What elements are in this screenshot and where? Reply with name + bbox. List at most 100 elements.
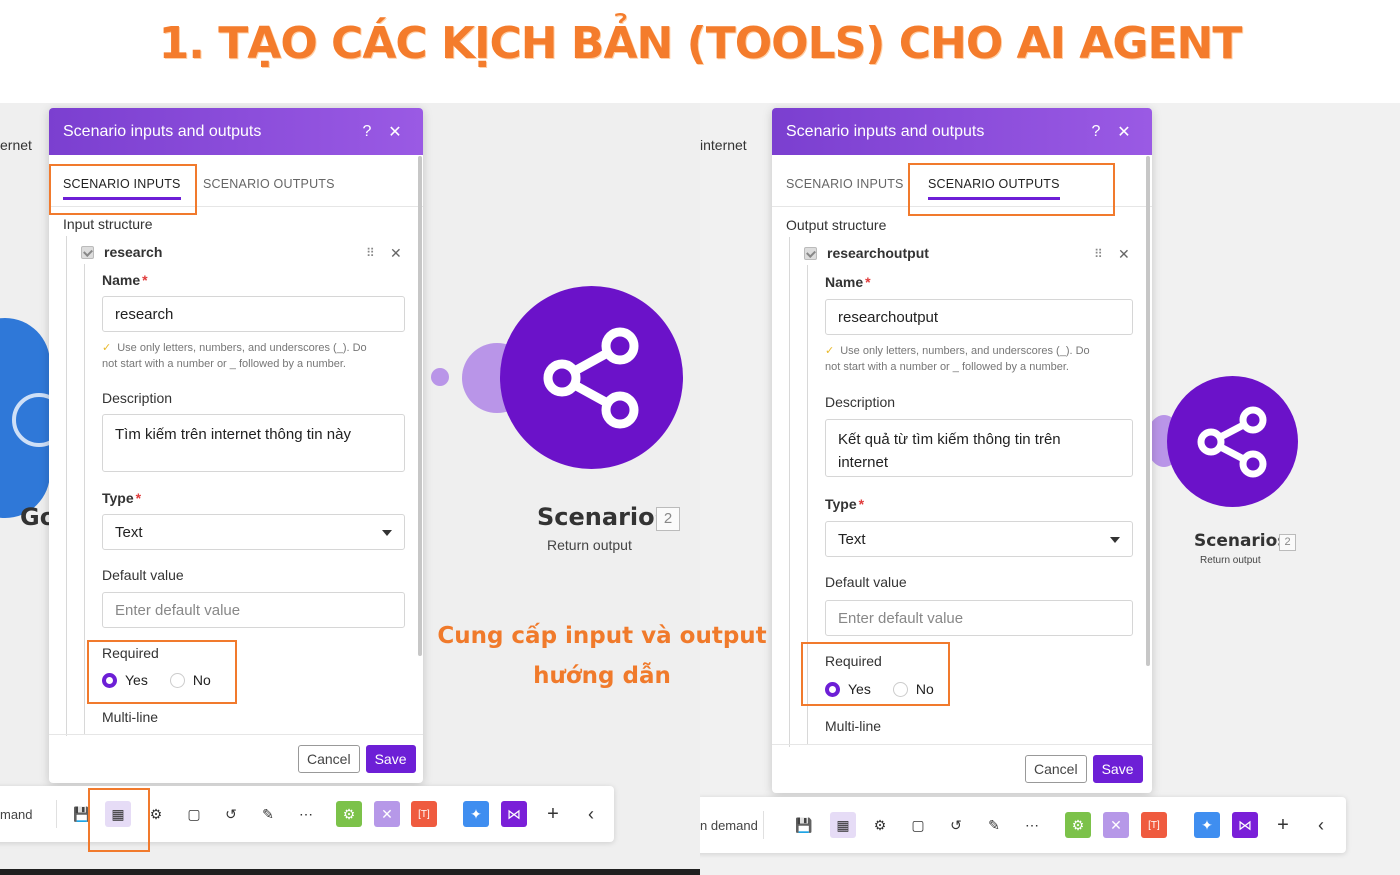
more-icon[interactable]: ⋯ — [1019, 812, 1045, 838]
chevron-left-icon[interactable]: ‹ — [578, 801, 604, 827]
share-icon[interactable]: ⋈ — [501, 801, 527, 827]
collapse-checkbox-icon[interactable] — [804, 246, 817, 260]
highlight-outputs-tab — [908, 163, 1115, 216]
cancel-button[interactable]: Cancel — [298, 745, 360, 773]
default-value-input[interactable]: Enter default value — [825, 600, 1133, 636]
type-label: Type * — [102, 490, 142, 506]
toolbar-run-text[interactable]: mand — [0, 807, 33, 822]
description-label: Description — [102, 390, 173, 406]
footer-divider — [772, 744, 1152, 745]
share-icon — [543, 327, 639, 429]
more-icon[interactable]: ⋯ — [293, 801, 319, 827]
name-label: Name * — [102, 272, 148, 288]
floppy-icon[interactable]: 💾 — [791, 812, 817, 838]
structure-label: Input structure — [63, 216, 153, 232]
text-parser-icon[interactable]: [T] — [411, 801, 437, 827]
remove-item-icon[interactable]: ✕ — [390, 245, 402, 262]
help-icon[interactable]: ? — [353, 123, 381, 141]
scenarios-module[interactable] — [500, 286, 683, 469]
name-hint: ✓ Use only letters, numbers, and undersco… — [102, 342, 367, 370]
tab-scenario-outputs[interactable]: SCENARIO OUTPUTS — [203, 177, 335, 191]
type-select[interactable]: Text — [825, 521, 1133, 557]
share-icon — [1197, 406, 1267, 478]
tools-icon[interactable]: ✕ — [374, 801, 400, 827]
undo-icon[interactable]: ↺ — [218, 801, 244, 827]
tree-line — [789, 237, 790, 747]
type-selected-value: Text — [838, 530, 866, 548]
flow-control-icon[interactable]: ⚙ — [1065, 812, 1091, 838]
name-label: Name * — [825, 274, 871, 290]
chevron-left-icon[interactable]: ‹ — [1308, 812, 1334, 838]
screenshot-bottom-edge — [0, 869, 700, 875]
description-label: Description — [825, 394, 896, 410]
module-badge: 2 — [1279, 534, 1296, 551]
tools-icon[interactable]: ✕ — [1103, 812, 1129, 838]
name-input[interactable]: research — [102, 296, 405, 332]
default-value-input[interactable]: Enter default value — [102, 592, 405, 628]
default-value-label: Default value — [102, 567, 184, 583]
flow-control-icon[interactable]: ⚙ — [336, 801, 362, 827]
tab-scenario-inputs[interactable]: SCENARIO INPUTS — [786, 177, 904, 191]
structure-item-header[interactable]: research — [81, 244, 162, 260]
footer-divider — [49, 734, 423, 735]
structure-item-name: research — [104, 244, 163, 260]
editor-toolbar: n demand 💾 ▦ ⚙ ▢ ↺ ✎ ⋯ ⚙ ✕ [T] ✦ ⋈ + ‹ — [700, 797, 1346, 853]
gear-icon[interactable]: ⚙ — [867, 812, 893, 838]
note-icon[interactable]: ▢ — [905, 812, 931, 838]
text-parser-icon[interactable]: [T] — [1141, 812, 1167, 838]
description-input[interactable]: Kết quả từ tìm kiếm thông tin trên intern… — [825, 419, 1133, 477]
page-headline: 1. TẠO CÁC KỊCH BẢN (TOOLS) CHO AI AGENT — [158, 18, 1243, 69]
dialog-scrollbar[interactable] — [418, 156, 422, 656]
close-icon[interactable]: ✕ — [1110, 122, 1138, 142]
share-icon[interactable]: ⋈ — [1232, 812, 1258, 838]
dialog-footer: Cancel Save — [298, 745, 416, 773]
save-button[interactable]: Save — [365, 745, 416, 773]
note-icon[interactable]: ▢ — [181, 801, 207, 827]
highlight-inputs-tab — [49, 164, 197, 215]
magic-wand-icon[interactable]: ✎ — [981, 812, 1007, 838]
ai-sparkle-icon[interactable]: ✦ — [463, 801, 489, 827]
type-label: Type * — [825, 496, 865, 512]
left-screenshot: ernet Go Scenarios 2 Return output Scena… — [0, 103, 700, 875]
scenario-io-icon[interactable]: ▦ — [830, 812, 856, 838]
module-name: Scenarios — [1194, 531, 1288, 551]
dialog-scrollbar[interactable] — [1146, 156, 1150, 666]
type-select[interactable]: Text — [102, 514, 405, 550]
description-input[interactable]: Tìm kiếm trên internet thông tin này — [102, 414, 405, 472]
type-selected-value: Text — [115, 523, 143, 541]
highlight-required — [87, 640, 237, 704]
close-icon[interactable]: ✕ — [381, 122, 409, 142]
dialog-title: Scenario inputs and outputs — [63, 122, 262, 140]
multiline-label: Multi-line — [825, 718, 882, 734]
background-module-text: internet — [700, 137, 747, 153]
highlight-required — [801, 642, 950, 706]
dropdown-caret-icon — [1110, 537, 1120, 543]
ai-sparkle-icon[interactable]: ✦ — [1194, 812, 1220, 838]
structure-item-header[interactable]: researchoutput — [804, 245, 929, 261]
toolbar-separator — [763, 811, 764, 839]
cancel-button[interactable]: Cancel — [1025, 755, 1087, 783]
module-connector-dot[interactable] — [431, 368, 449, 386]
module-badge: 2 — [656, 507, 680, 531]
scenarios-module[interactable] — [1167, 376, 1298, 507]
dialog-header: Scenario inputs and outputs ? ✕ — [49, 108, 423, 155]
remove-item-icon[interactable]: ✕ — [1118, 246, 1130, 263]
plus-icon[interactable]: + — [540, 801, 566, 827]
undo-icon[interactable]: ↺ — [943, 812, 969, 838]
save-button[interactable]: Save — [1092, 755, 1143, 783]
module-subtitle: Return output — [1200, 555, 1261, 566]
multiline-label: Multi-line — [102, 709, 159, 725]
callout-text: Cung cấp input và output hướng dẫn — [437, 623, 767, 689]
drag-handle-icon[interactable]: ⠿ — [1094, 247, 1103, 261]
toolbar-run-text[interactable]: n demand — [700, 818, 758, 833]
plus-icon[interactable]: + — [1270, 812, 1296, 838]
collapse-checkbox-icon[interactable] — [81, 245, 94, 259]
name-input[interactable]: researchoutput — [825, 299, 1133, 335]
magic-wand-icon[interactable]: ✎ — [255, 801, 281, 827]
default-value-label: Default value — [825, 574, 907, 590]
module-name: Scenarios — [537, 503, 669, 531]
dialog-title: Scenario inputs and outputs — [786, 122, 985, 140]
background-module-text: ernet — [0, 137, 32, 153]
drag-handle-icon[interactable]: ⠿ — [366, 246, 375, 260]
help-icon[interactable]: ? — [1082, 123, 1110, 141]
